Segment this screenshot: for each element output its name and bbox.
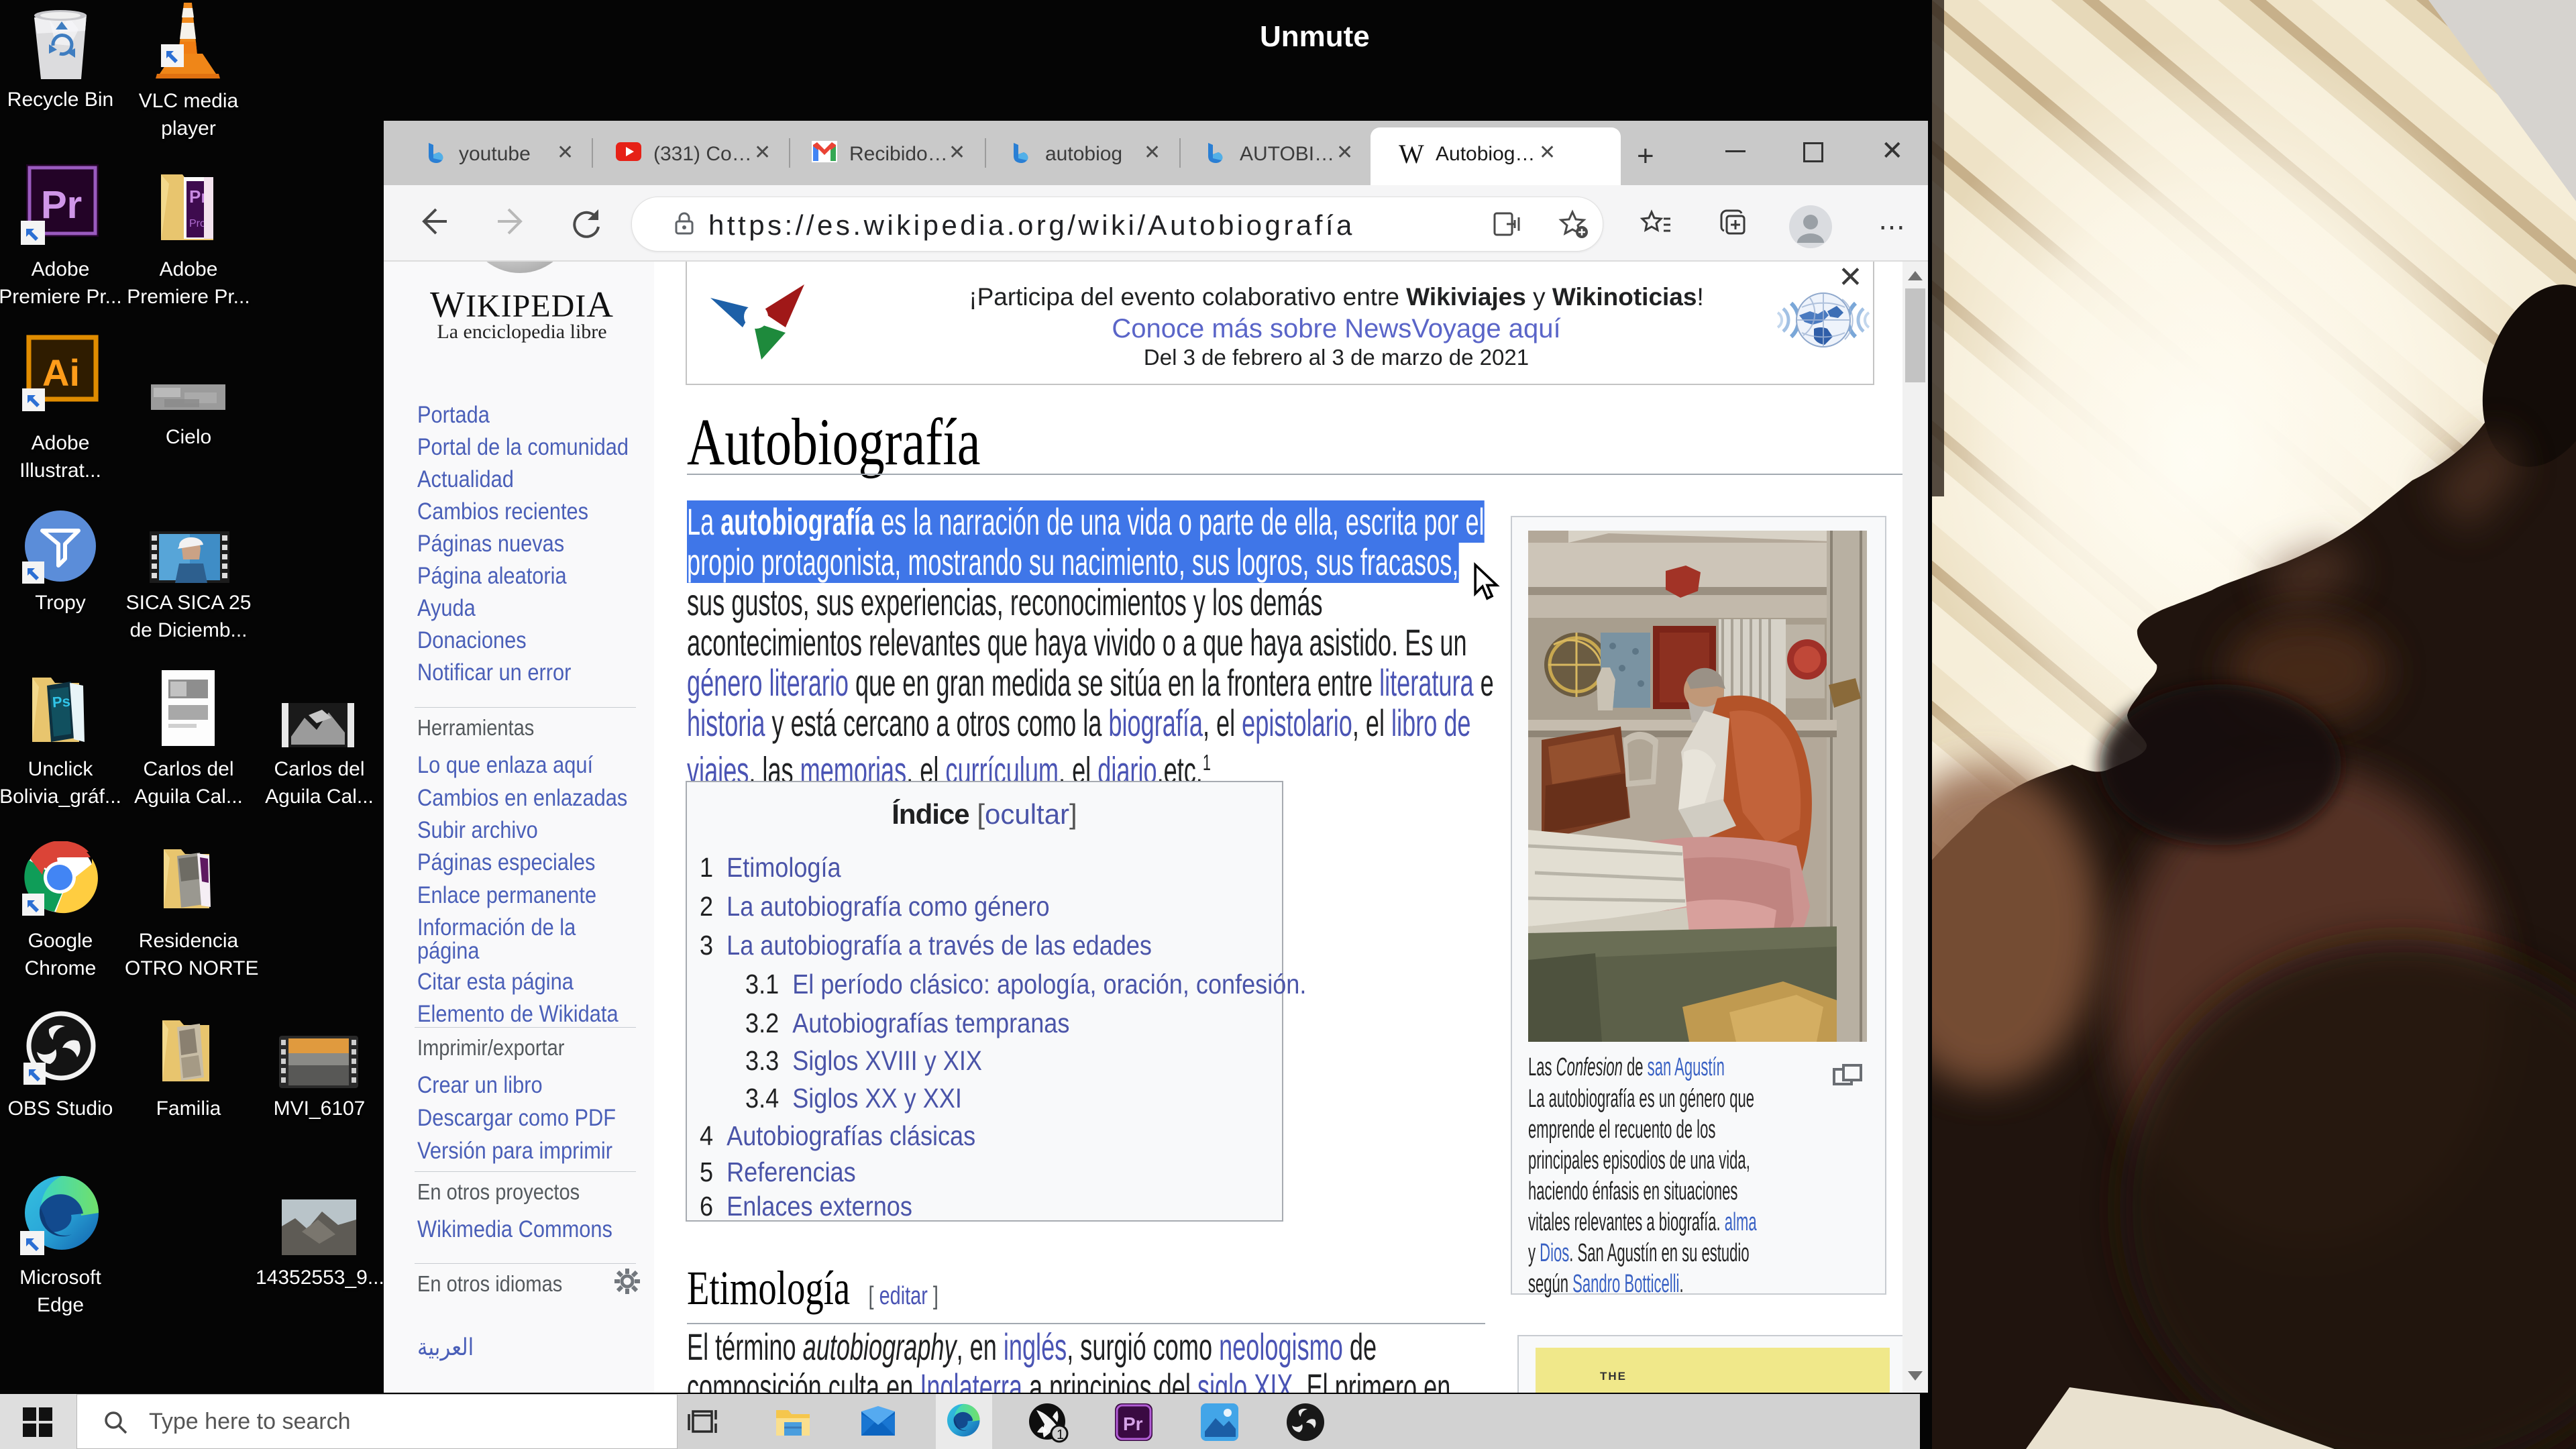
svg-text:Ai: Ai <box>42 352 80 394</box>
svg-text:Pr: Pr <box>41 183 82 227</box>
svg-text:1: 1 <box>1057 1428 1064 1442</box>
svg-text:Pro: Pro <box>189 218 206 229</box>
svg-text:Ps: Ps <box>52 693 71 711</box>
svg-text:Pr: Pr <box>1123 1413 1143 1434</box>
